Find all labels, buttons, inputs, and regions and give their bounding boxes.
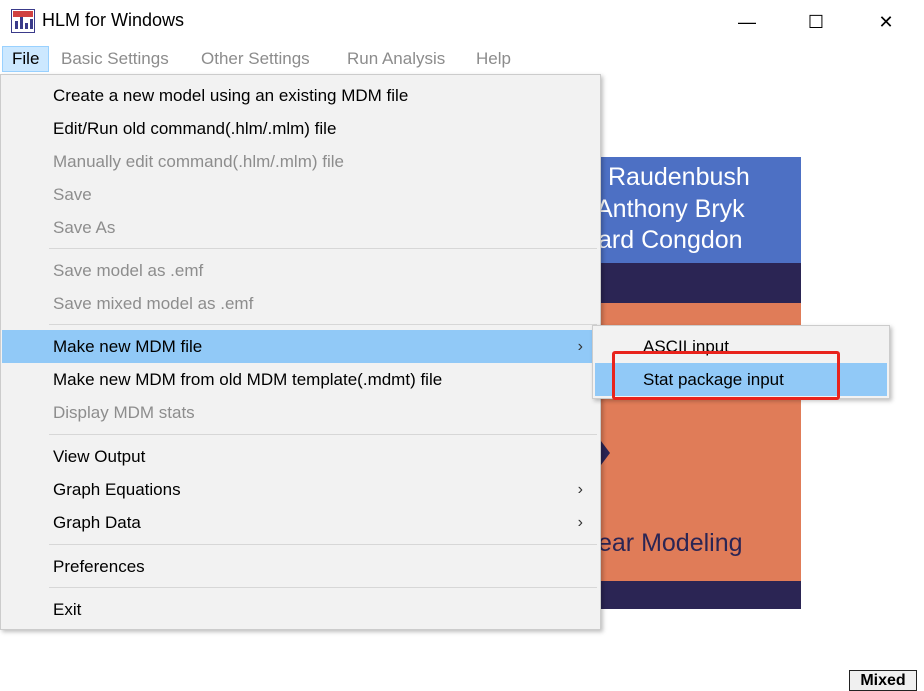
menu-item-create-new-model[interactable]: Create a new model using an existing MDM…: [2, 79, 599, 112]
menu-separator: [49, 434, 597, 435]
menu-other-settings[interactable]: Other Settings: [201, 46, 310, 72]
title-bar: HLM for Windows — ☐ ✕: [0, 0, 924, 44]
cover-author-3: ard Congdon: [598, 226, 743, 254]
maximize-button[interactable]: ☐: [781, 0, 851, 44]
menu-item-make-mdm-template[interactable]: Make new MDM from old MDM template(.mdmt…: [2, 363, 599, 396]
annotation-highlight-box: [612, 351, 840, 400]
menu-item-label: Graph Data: [53, 513, 141, 532]
cover-title: ear Modeling: [598, 529, 743, 557]
menu-item-graph-equations[interactable]: Graph Equations ›: [2, 473, 599, 506]
menu-item-save-model-emf: Save model as .emf: [53, 261, 204, 280]
menu-separator: [49, 248, 597, 249]
chevron-right-icon: ›: [577, 338, 583, 355]
cover-author-1: Raudenbush: [608, 163, 750, 191]
menu-separator: [49, 324, 597, 325]
menu-item-make-new-mdm[interactable]: Make new MDM file ›: [2, 330, 599, 363]
chevron-right-icon: ›: [577, 481, 583, 498]
minimize-button[interactable]: —: [712, 0, 782, 44]
status-mode-badge: Mixed: [849, 670, 917, 691]
menu-item-label: Graph Equations: [53, 480, 181, 499]
window-title: HLM for Windows: [42, 10, 185, 30]
close-button[interactable]: ✕: [851, 0, 921, 44]
menu-separator: [49, 587, 597, 588]
menu-item-save: Save: [53, 185, 92, 204]
menu-basic-settings[interactable]: Basic Settings: [61, 46, 169, 72]
chevron-right-icon: ›: [577, 514, 583, 531]
menu-item-exit[interactable]: Exit: [2, 593, 599, 626]
menu-item-preferences[interactable]: Preferences: [2, 550, 599, 583]
menu-item-display-mdm-stats: Display MDM stats: [53, 403, 195, 422]
menu-file[interactable]: File: [2, 46, 50, 72]
menu-help[interactable]: Help: [476, 46, 511, 72]
menu-run-analysis[interactable]: Run Analysis: [347, 46, 445, 72]
menu-item-graph-data[interactable]: Graph Data ›: [2, 506, 599, 539]
menu-bar: File Basic Settings Other Settings Run A…: [0, 44, 924, 74]
menu-item-edit-run-old[interactable]: Edit/Run old command(.hlm/.mlm) file: [2, 112, 599, 145]
menu-item-save-as: Save As: [53, 218, 116, 237]
hlm-app-icon: [11, 9, 35, 33]
menu-item-view-output[interactable]: View Output: [2, 440, 599, 473]
menu-item-manually-edit: Manually edit command(.hlm/.mlm) file: [53, 152, 344, 171]
menu-item-label: Make new MDM file: [53, 337, 203, 356]
cover-author-2: Anthony Bryk: [598, 195, 745, 223]
file-dropdown-menu: Create a new model using an existing MDM…: [0, 74, 601, 630]
menu-separator: [49, 544, 597, 545]
menu-item-save-mixed-emf: Save mixed model as .emf: [53, 294, 254, 313]
